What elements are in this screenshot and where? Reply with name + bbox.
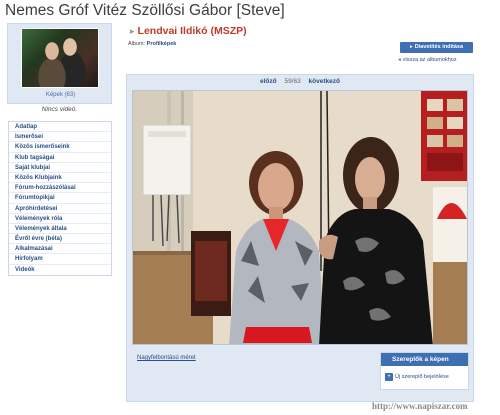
sidebar-item-alkalmazasai[interactable]: Alkalmazásai <box>9 244 111 255</box>
actors-box: Szereplők a képen + Új szereplő bejelölé… <box>380 352 469 390</box>
sidebar-item-klub-tagsagai[interactable]: Klub tagságai <box>9 153 111 163</box>
main-photo[interactable] <box>132 90 468 345</box>
profile-box: Képek (63) <box>7 23 112 104</box>
sidebar-item-ismerosei[interactable]: Ismerősei <box>9 132 111 143</box>
sidebar-item-aprohirdetesei[interactable]: Apróhirdetései <box>9 204 111 214</box>
sidebar-item-evrol-evre[interactable]: Évről évre (béta) <box>9 234 111 245</box>
sidebar-item-forum-hozzaszolasai[interactable]: Fórum-hozzászólásai <box>9 183 111 194</box>
back-to-albums-link[interactable]: vissza az albumokhoz <box>398 57 457 63</box>
hires-link[interactable]: Nagyfelbontású méret <box>137 355 196 361</box>
album-prefix: Album: <box>128 41 146 47</box>
photo-title: ▸ Lendvai Ildikó (MSZP) <box>130 25 247 37</box>
sidebar-item-forumtopikjai[interactable]: Fórumtopikjai <box>9 193 111 204</box>
sidebar-item-hirfolyam[interactable]: Hírfolyam <box>9 254 111 265</box>
add-actor-link[interactable]: Új szereplő bejelölése <box>395 374 449 380</box>
tag-person-icon: + <box>385 373 393 381</box>
album-link[interactable]: Profilképek <box>147 41 177 47</box>
slideshow-button[interactable]: Diavetítés indítása <box>400 42 473 53</box>
sidebar-item-kozos-klubjaink[interactable]: Közös Klubjaink <box>9 173 111 184</box>
profile-photo[interactable] <box>21 28 99 88</box>
sidebar-item-velemenyek-rola[interactable]: Vélemények róla <box>9 214 111 224</box>
no-video-text: Nincs videó. <box>41 106 78 113</box>
arrow-right-icon: ▸ <box>130 26 135 36</box>
photo-title-text: Lendvai Ildikó (MSZP) <box>137 25 247 37</box>
photos-link[interactable]: Képek (63) <box>8 92 113 98</box>
sidebar-item-kozos-ismeroseink[interactable]: Közös ismerőseink <box>9 142 111 153</box>
sidebar-item-velemenyek-altala[interactable]: Vélemények általa <box>9 224 111 235</box>
main-photo-image <box>133 91 467 344</box>
photo-counter: 59/63 <box>284 78 301 85</box>
add-actor-row[interactable]: + Új szereplő bejelölése <box>385 373 449 381</box>
sidebar-menu: Adatlap Ismerősei Közös ismerőseink Klub… <box>8 121 112 276</box>
actors-title: Szereplők a képen <box>381 353 468 366</box>
prev-link[interactable]: előző <box>260 78 277 85</box>
sidebar-item-videok[interactable]: Videók <box>9 265 111 275</box>
sidebar-item-adatlap[interactable]: Adatlap <box>9 122 111 133</box>
album-line: Album: Profilképek <box>128 41 176 47</box>
next-link[interactable]: következő <box>309 78 340 85</box>
sidebar-item-sajat-klubjai[interactable]: Saját klubjai <box>9 163 111 173</box>
watermark: http://www.napiszar.com <box>372 401 468 411</box>
page-title: Nemes Gróf Vitéz Szöllősi Gábor [Steve] <box>5 2 285 19</box>
photo-pager: előző 59/63 következő <box>132 78 468 85</box>
